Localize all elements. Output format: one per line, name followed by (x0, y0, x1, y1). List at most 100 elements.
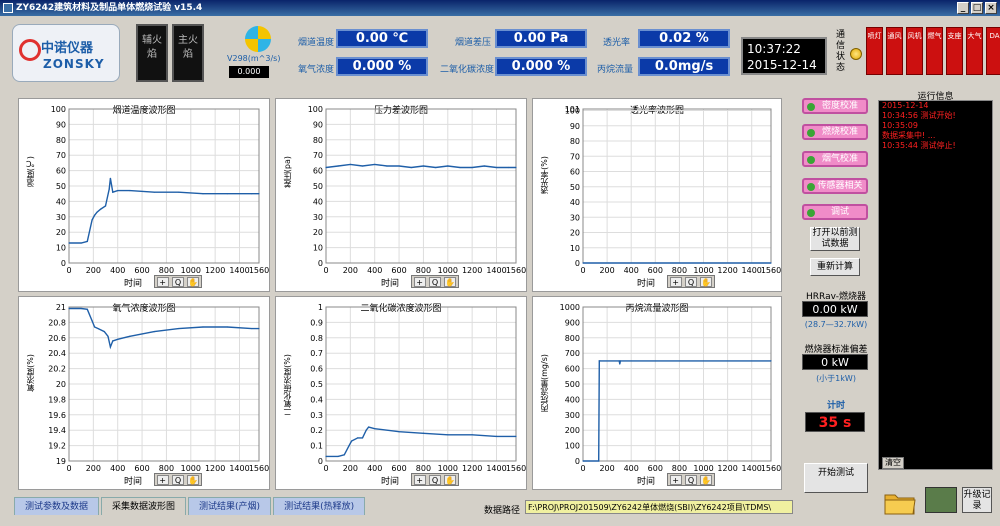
x-tick-label: 1560 (249, 464, 269, 473)
x-tick-label: 1400 (742, 464, 762, 473)
cursor-icon[interactable]: + (156, 474, 169, 485)
relay-indicator[interactable]: 大气 (966, 27, 983, 75)
relay-indicator[interactable]: 风机 (906, 27, 923, 75)
y-tick-label: 0 (318, 457, 323, 466)
y-tick-label: 0.1 (310, 442, 323, 451)
x-tick-label: 1000 (181, 464, 201, 473)
y-tick-label: 90 (313, 120, 323, 129)
close-button[interactable]: × (985, 2, 997, 14)
zoom-icon[interactable]: Q (171, 474, 184, 485)
recalculate-button[interactable]: 重新计算 (810, 258, 860, 276)
pan-icon[interactable]: ✋ (700, 276, 713, 287)
data-point (109, 177, 112, 179)
x-tick-label: 1000 (693, 266, 713, 275)
y-tick-label: 20 (570, 229, 580, 238)
timer-value: 35 s (805, 412, 865, 432)
cursor-icon[interactable]: + (669, 276, 682, 287)
data-point (91, 320, 93, 322)
flue-temp-label: 烟道温度 (298, 38, 335, 48)
zoom-icon[interactable]: Q (684, 276, 697, 287)
clock-date: 2015-12-14 (747, 58, 817, 72)
zoom-icon[interactable]: Q (171, 276, 184, 287)
data-point (108, 188, 110, 190)
series-line (325, 163, 516, 169)
transmittance-chart: 透光率波形图 0 10 20 30 40 50 60 70 80 90 100 101 0 200 400 60… (532, 98, 782, 292)
x-tick-label: 1400 (742, 266, 762, 275)
minimize-button[interactable]: _ (957, 2, 969, 14)
y-tick-label: 0.4 (310, 395, 323, 404)
cursor-icon[interactable]: + (669, 474, 682, 485)
flue-temp-value: 0.00 ℃ (336, 29, 428, 48)
relay-indicator[interactable]: 通风 (886, 27, 903, 75)
data-point (398, 165, 400, 167)
x-tick-label: 1200 (205, 464, 225, 473)
burner-calibration-button[interactable]: 燃烧校准 (802, 124, 868, 140)
y-tick-label: 50 (313, 182, 323, 191)
tab-results-heat[interactable]: 测试结果(热释放) (273, 497, 366, 515)
folder-icon[interactable] (884, 489, 916, 515)
y-tick-label: 0 (575, 259, 580, 268)
x-tick-label: 800 (416, 464, 431, 473)
series-line (69, 307, 259, 350)
debug-button[interactable]: 调试 (802, 204, 868, 220)
data-point (618, 360, 620, 362)
cursor-icon[interactable]: + (413, 474, 426, 485)
pan-icon[interactable]: ✋ (444, 276, 457, 287)
y-tick-label: 90 (570, 122, 580, 131)
cursor-icon[interactable]: + (156, 276, 169, 287)
series-line (326, 426, 516, 458)
data-point (107, 335, 109, 337)
data-point (104, 205, 107, 207)
data-point (153, 191, 155, 193)
data-point (365, 429, 367, 431)
x-axis-title: 时间 (637, 477, 656, 487)
pan-icon[interactable]: ✋ (187, 276, 200, 287)
clear-log-button[interactable]: 清空 (882, 457, 904, 469)
flue-pressure-value: 0.00 Pa (495, 29, 587, 48)
data-point (68, 307, 70, 310)
x-tick-label: 1560 (761, 464, 781, 473)
data-point (422, 165, 425, 167)
data-point (495, 435, 498, 437)
x-tick-label: 1560 (249, 266, 269, 275)
tab-waveforms[interactable]: 采集数据波形图 (101, 497, 187, 515)
relay-indicator[interactable]: DA (986, 27, 1000, 75)
logo-en-text: ZONSKY (43, 57, 105, 71)
y-tick-label: 0.7 (310, 349, 323, 358)
zoom-icon[interactable]: Q (428, 276, 441, 287)
relay-indicator[interactable]: 燃气 (926, 27, 943, 75)
data-point (398, 431, 400, 433)
relay-indicator[interactable]: 支座 (946, 27, 963, 75)
data-point (109, 346, 112, 348)
start-test-button[interactable]: 开始测试 (804, 463, 868, 493)
relay-indicator[interactable]: 喷灯 (866, 27, 883, 75)
keyboard-icon[interactable] (925, 487, 957, 513)
pan-icon[interactable]: ✋ (187, 474, 200, 485)
data-path-label: 数据路径 (484, 506, 521, 516)
upgrade-log-button[interactable]: 升级记录 (962, 487, 992, 513)
data-point (100, 208, 102, 210)
tab-results-smoke[interactable]: 测试结果(产烟) (188, 497, 272, 515)
pan-icon[interactable]: ✋ (444, 474, 457, 485)
open-previous-data-button[interactable]: 打开以前测试数据 (810, 227, 860, 251)
data-path-field[interactable]: F:\PROJ\PROJ201509\ZY6242单体燃烧(SBI)\ZY624… (525, 500, 793, 514)
zoom-icon[interactable]: Q (428, 474, 441, 485)
cursor-icon[interactable]: + (413, 276, 426, 287)
tab-test-params[interactable]: 测试参数及数据 (14, 497, 100, 515)
log-line: 10:34:56 测试开始! (882, 111, 956, 120)
zoom-icon[interactable]: Q (684, 474, 697, 485)
x-tick-label: 1200 (205, 266, 225, 275)
data-point (178, 191, 180, 193)
maximize-button[interactable]: □ (971, 2, 983, 14)
pan-icon[interactable]: ✋ (700, 474, 713, 485)
data-point (483, 165, 485, 167)
graph-toolbar: + Q ✋ (411, 473, 459, 486)
sensor-related-button[interactable]: 传感器相关 (802, 178, 868, 194)
smoke-calibration-button[interactable]: 烟气校准 (802, 151, 868, 167)
density-calibration-button[interactable]: 密度校准 (802, 98, 868, 114)
data-point (226, 326, 228, 328)
header-panel: 中诺仪器 ZONSKY 辅火焰 主火焰 V298(m^3/s) 0.000 烟道… (0, 16, 1000, 91)
y-tick-label: 200 (565, 426, 580, 435)
y-tick-label: 0.8 (310, 334, 323, 343)
bottom-tabs: 测试参数及数据 采集数据波形图 测试结果(产烟) 测试结果(热释放) (14, 497, 367, 515)
